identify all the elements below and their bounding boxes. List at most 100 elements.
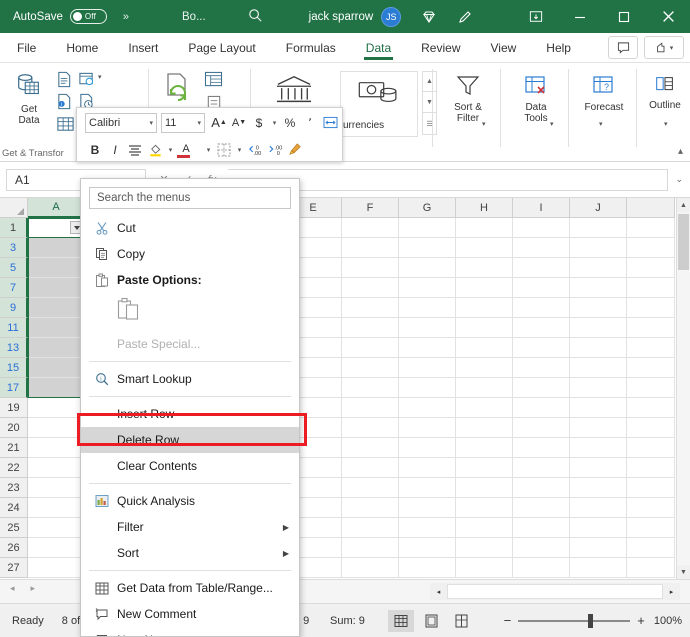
grid-cell[interactable] <box>627 298 675 318</box>
grid-cell[interactable] <box>342 318 399 338</box>
grid-cell[interactable] <box>570 378 627 398</box>
grid-cell[interactable] <box>342 378 399 398</box>
grid-cell[interactable] <box>399 378 456 398</box>
menu-item-clear-contents[interactable]: Clear Contents <box>81 453 299 479</box>
horizontal-scrollbar[interactable]: ◂ ▸ <box>430 583 680 600</box>
chevron-down-icon[interactable]: ▾ <box>664 120 668 128</box>
grid-cell[interactable] <box>570 478 627 498</box>
data-types-gallery-scroll[interactable]: ▲ ▼ ☰ <box>422 71 437 137</box>
share-button[interactable]: ▾ <box>644 36 684 59</box>
grid-cell[interactable] <box>456 258 513 278</box>
grid-cell[interactable] <box>513 378 570 398</box>
gallery-scroll-down-icon[interactable]: ▼ <box>422 92 437 113</box>
vertical-scroll-thumb[interactable] <box>678 214 689 270</box>
grid-cell[interactable] <box>399 238 456 258</box>
grid-cell[interactable] <box>513 238 570 258</box>
comma-style-button[interactable]: ٬ <box>300 112 320 134</box>
format-painter-icon[interactable] <box>285 139 305 161</box>
grid-cell[interactable] <box>456 338 513 358</box>
grid-cell[interactable] <box>456 278 513 298</box>
status-sum-stat[interactable]: Sum: 9 <box>330 615 365 627</box>
grid-cell[interactable] <box>399 438 456 458</box>
grid-cell[interactable] <box>627 538 675 558</box>
grid-cell[interactable] <box>28 418 85 438</box>
grid-cell[interactable] <box>28 558 85 578</box>
row-header-11[interactable]: 11 <box>0 318 28 338</box>
grid-cell[interactable] <box>399 338 456 358</box>
grid-cell[interactable] <box>627 398 675 418</box>
column-header-H[interactable]: H <box>456 198 513 218</box>
sheet-next-icon[interactable]: ▸ <box>31 583 36 594</box>
data-tools-button[interactable]: Data Tools <box>511 73 561 124</box>
grid-cell[interactable] <box>28 498 85 518</box>
from-web-icon[interactable] <box>78 71 95 93</box>
menu-item-new-comment[interactable]: New Comment <box>81 601 299 627</box>
grid-cell[interactable] <box>456 438 513 458</box>
grid-cell[interactable] <box>513 418 570 438</box>
comments-button[interactable] <box>608 36 638 59</box>
grid-cell[interactable] <box>456 398 513 418</box>
grid-cell[interactable] <box>342 538 399 558</box>
grid-cell[interactable] <box>28 278 85 298</box>
increase-font-size-button[interactable]: A ▲ <box>209 112 229 134</box>
grid-cell[interactable] <box>456 378 513 398</box>
more-options-icon[interactable]: » <box>123 11 129 23</box>
from-table-range-icon[interactable]: i <box>56 93 73 115</box>
chevron-down-icon[interactable]: ▾ <box>269 112 280 134</box>
align-icon[interactable] <box>125 139 145 161</box>
grid-cell[interactable] <box>456 418 513 438</box>
grid-cell[interactable] <box>28 458 85 478</box>
row-header-5[interactable]: 5 <box>0 258 28 278</box>
grid-cell[interactable] <box>513 458 570 478</box>
pen-icon[interactable] <box>457 9 473 25</box>
grid-cell[interactable] <box>570 358 627 378</box>
menu-item-delete-row[interactable]: Delete Row <box>81 427 299 453</box>
get-data-button[interactable]: Get Data <box>14 71 44 126</box>
menu-item-cut[interactable]: Cut <box>81 215 299 241</box>
grid-cell[interactable] <box>342 438 399 458</box>
grid-cell[interactable] <box>28 358 85 378</box>
grid-cell[interactable] <box>570 218 627 238</box>
grid-cell[interactable] <box>627 258 675 278</box>
grid-cell[interactable] <box>342 398 399 418</box>
grid-cell[interactable] <box>342 238 399 258</box>
menu-item-smart-lookup[interactable]: i Smart Lookup <box>81 366 299 392</box>
autosave-toggle[interactable]: AutoSave Off <box>13 9 107 24</box>
column-header-I[interactable]: I <box>513 198 570 218</box>
grid-cell[interactable] <box>28 238 85 258</box>
grid-cell[interactable] <box>513 538 570 558</box>
grid-cell[interactable] <box>456 538 513 558</box>
menu-item-quick-analysis[interactable]: Quick Analysis <box>81 488 299 514</box>
grid-cell[interactable] <box>627 518 675 538</box>
grid-cell[interactable] <box>342 498 399 518</box>
grid-cell[interactable] <box>28 478 85 498</box>
chevron-down-icon[interactable]: ▾ <box>482 120 486 128</box>
select-all-button[interactable] <box>0 198 28 218</box>
grid-cell[interactable] <box>513 498 570 518</box>
wrap-text-icon[interactable] <box>320 112 340 134</box>
collapse-ribbon-icon[interactable]: ▴ <box>678 146 683 157</box>
grid-cell[interactable] <box>28 398 85 418</box>
grid-cell[interactable] <box>342 298 399 318</box>
grid-cell[interactable] <box>456 298 513 318</box>
ribbon-display-options-icon[interactable] <box>514 0 558 33</box>
grid-cell[interactable] <box>399 518 456 538</box>
grid-cell[interactable] <box>456 318 513 338</box>
chevron-down-icon[interactable]: ▾ <box>165 139 176 161</box>
from-text-csv-icon[interactable] <box>56 71 73 93</box>
grid-cell[interactable] <box>28 438 85 458</box>
grid-cell[interactable] <box>513 338 570 358</box>
font-size-select[interactable]: 11 ▾ <box>161 112 205 133</box>
grid-cell[interactable] <box>28 318 85 338</box>
row-header-3[interactable]: 3 <box>0 238 28 258</box>
sort-filter-button[interactable]: Sort & Filter <box>443 73 493 124</box>
grid-cell[interactable] <box>342 518 399 538</box>
grid-cell[interactable] <box>28 518 85 538</box>
grid-cell[interactable] <box>399 278 456 298</box>
hscroll-right-icon[interactable]: ▸ <box>663 583 680 600</box>
grid-cell[interactable] <box>456 458 513 478</box>
grid-cell[interactable] <box>627 438 675 458</box>
page-layout-view-icon[interactable] <box>418 610 444 632</box>
row-header-23[interactable]: 23 <box>0 478 28 498</box>
user-name[interactable]: jack sparrow <box>309 11 374 23</box>
